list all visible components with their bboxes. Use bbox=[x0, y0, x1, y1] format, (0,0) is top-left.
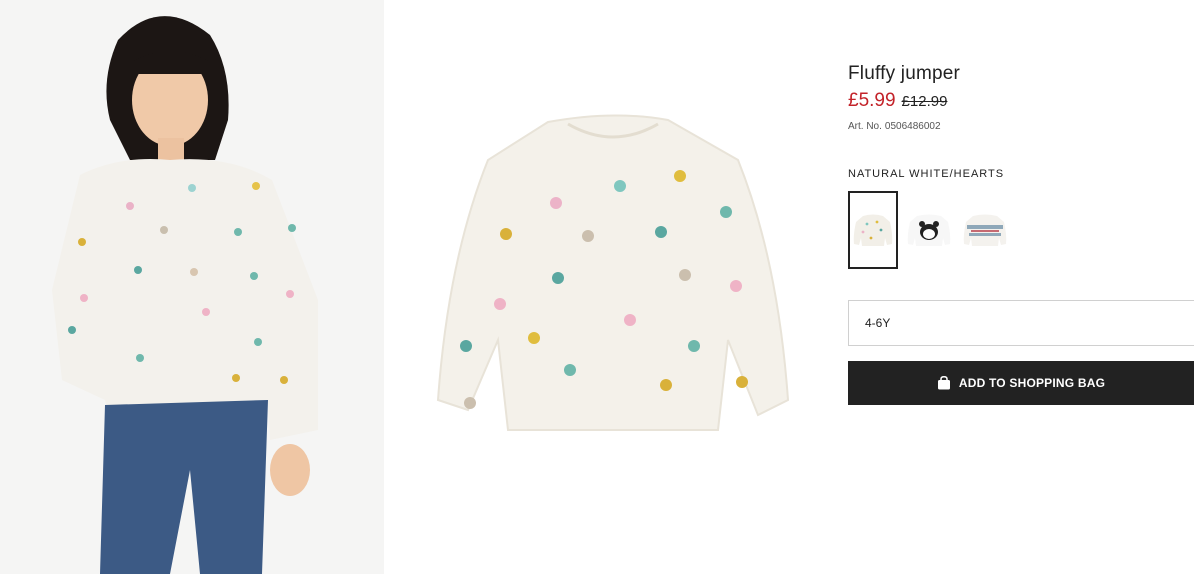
swatch-white-panda[interactable] bbox=[904, 191, 954, 269]
product-title: Fluffy jumper bbox=[848, 63, 961, 84]
price-row: £5.99 £12.99 bbox=[848, 90, 947, 112]
shopping-bag-icon bbox=[937, 376, 951, 390]
model-photo bbox=[0, 0, 384, 574]
article-number: Art. No. 0506486002 bbox=[848, 121, 944, 132]
colour-swatches bbox=[848, 191, 1010, 269]
size-select[interactable]: 4-6Y bbox=[848, 300, 1194, 346]
sale-price: £5.99 bbox=[848, 90, 896, 111]
product-info: Fluffy jumper £5.99 £12.99 Art. No. 05064… bbox=[848, 0, 1194, 574]
original-price: £12.99 bbox=[901, 93, 948, 110]
colour-name: NATURAL WHITE/HEARTS bbox=[848, 168, 1005, 180]
article-value: 0506486002 bbox=[884, 121, 941, 132]
size-value: 4-6Y bbox=[865, 316, 891, 330]
swatch-white-pattern[interactable] bbox=[960, 191, 1010, 269]
add-to-bag-label: ADD TO SHOPPING BAG bbox=[958, 376, 1106, 390]
article-label: Art. No. bbox=[848, 121, 882, 132]
swatch-natural-white-hearts[interactable] bbox=[848, 191, 898, 269]
add-to-bag-button[interactable]: ADD TO SHOPPING BAG bbox=[848, 361, 1194, 405]
product-photo bbox=[418, 100, 808, 470]
